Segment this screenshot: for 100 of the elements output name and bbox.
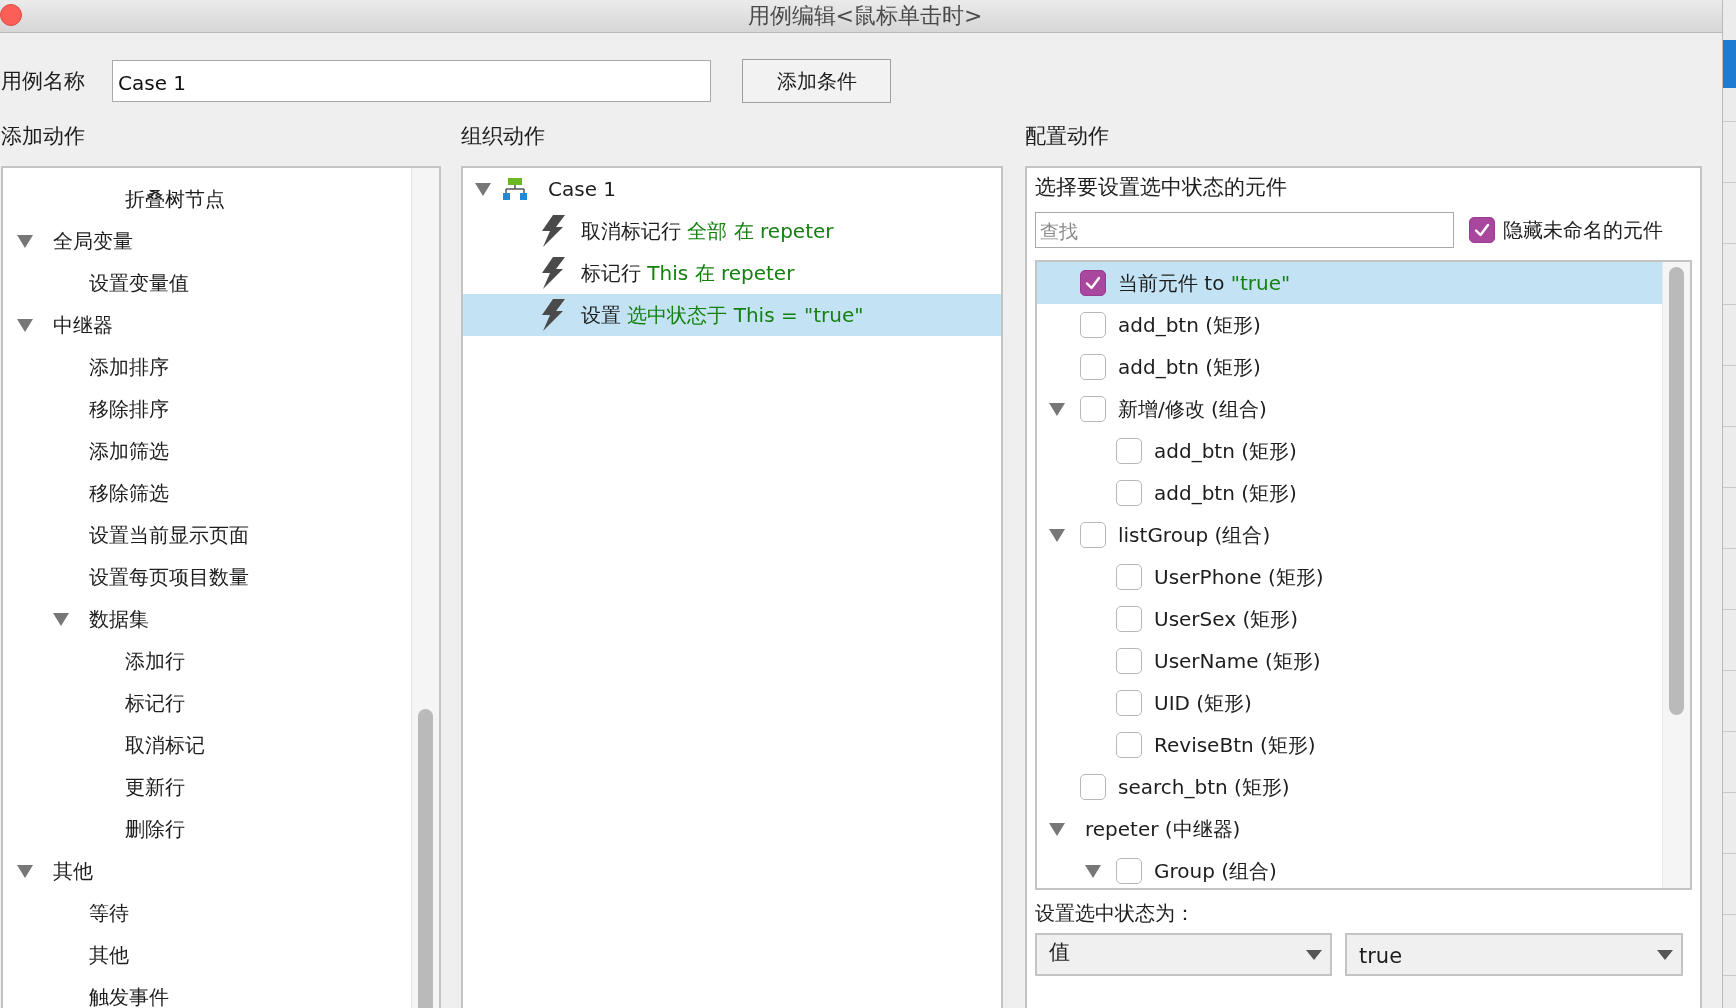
widget-row[interactable]: UserPhone (矩形) <box>1037 556 1663 598</box>
tree-item[interactable]: 折叠树节点 <box>125 185 225 213</box>
widget-label: 新增/修改 (组合) <box>1118 395 1267 423</box>
action-row[interactable]: 取消标记行 全部 在 repeter <box>463 210 1001 252</box>
expand-arrow-icon[interactable] <box>1048 527 1066 543</box>
widget-label: add_btn (矩形) <box>1154 479 1297 507</box>
lightning-icon <box>539 257 565 289</box>
widget-row[interactable]: ReviseBtn (矩形) <box>1037 724 1663 766</box>
expand-arrow-icon[interactable] <box>1048 401 1066 417</box>
tree-item[interactable]: 添加筛选 <box>89 437 169 465</box>
widget-label: add_btn (矩形) <box>1118 311 1261 339</box>
widget-row[interactable]: listGroup (组合) <box>1037 514 1663 556</box>
widget-label: add_btn (矩形) <box>1154 437 1297 465</box>
dropdown[interactable]: 值 <box>1035 933 1332 976</box>
action-text: 标记行 This 在 repeter <box>581 259 795 287</box>
widget-row[interactable]: 新增/修改 (组合) <box>1037 388 1663 430</box>
search-field[interactable]: 查找 <box>1035 212 1454 248</box>
case-icon <box>503 178 527 200</box>
tree-group-label[interactable]: 数据集 <box>89 605 149 633</box>
checkbox[interactable] <box>1469 217 1495 243</box>
widget-row[interactable]: add_btn (矩形) <box>1037 430 1663 472</box>
lightning-icon <box>539 299 565 331</box>
add-condition-button[interactable]: 添加条件 <box>742 59 891 103</box>
tree-item[interactable]: 添加排序 <box>89 353 169 381</box>
checkbox[interactable] <box>1116 732 1142 758</box>
widget-label: search_btn (矩形) <box>1118 773 1290 801</box>
widget-row[interactable]: add_btn (矩形) <box>1037 472 1663 514</box>
checkbox[interactable] <box>1116 564 1142 590</box>
case-name-field[interactable]: Case 1 <box>112 60 711 102</box>
widget-row[interactable]: 当前元件 to "true" <box>1037 262 1663 304</box>
widget-row[interactable]: UID (矩形) <box>1037 682 1663 724</box>
tree-item[interactable]: 添加行 <box>125 647 185 675</box>
checkbox[interactable] <box>1080 396 1106 422</box>
caret-icon <box>1657 949 1673 960</box>
tree-group-label[interactable]: 其他 <box>53 857 93 885</box>
expand-arrow-icon[interactable] <box>1048 821 1066 837</box>
widget-row[interactable]: Group (组合) <box>1037 850 1663 888</box>
action-row[interactable]: Case 1 <box>463 168 1001 210</box>
section-heading: 配置动作 <box>1025 122 1109 150</box>
action-row[interactable]: 设置 选中状态于 This = "true" <box>463 294 1001 336</box>
tree-group-label[interactable]: 中继器 <box>53 311 113 339</box>
tree-item[interactable]: 取消标记 <box>125 731 205 759</box>
expand-arrow-icon[interactable] <box>1084 863 1102 879</box>
tree-item[interactable]: 其他 <box>89 941 129 969</box>
checkbox[interactable] <box>1080 774 1106 800</box>
tree-item[interactable]: 更新行 <box>125 773 185 801</box>
action-row[interactable]: 标记行 This 在 repeter <box>463 252 1001 294</box>
widget-label: UserPhone (矩形) <box>1154 563 1324 591</box>
checkbox[interactable] <box>1116 606 1142 632</box>
widget-row[interactable]: repeter (中继器) <box>1037 808 1663 850</box>
widget-row[interactable]: search_btn (矩形) <box>1037 766 1663 808</box>
tree-item[interactable]: 移除排序 <box>89 395 169 423</box>
checkbox[interactable] <box>1116 858 1142 884</box>
widget-label: Group (组合) <box>1154 857 1277 885</box>
scrollbar-thumb[interactable] <box>418 709 433 1008</box>
widget-label: listGroup (组合) <box>1118 521 1271 549</box>
tree-item[interactable]: 触发事件 <box>89 983 169 1008</box>
checkbox[interactable] <box>1080 312 1106 338</box>
checkbox[interactable] <box>1116 648 1142 674</box>
expand-arrow-icon[interactable] <box>474 181 492 197</box>
checkbox[interactable] <box>1116 438 1142 464</box>
tree-item[interactable]: 删除行 <box>125 815 185 843</box>
widget-label: UID (矩形) <box>1154 689 1252 717</box>
expand-arrow-icon[interactable] <box>16 233 34 249</box>
caret-icon <box>1306 949 1322 960</box>
widget-label: UserSex (矩形) <box>1154 605 1299 633</box>
checkbox[interactable] <box>1080 270 1106 296</box>
window-title: 用例编辑<鼠标单击时> <box>747 2 983 30</box>
widget-label: ReviseBtn (矩形) <box>1154 731 1316 759</box>
close-button[interactable] <box>0 4 22 26</box>
panel-title: 选择要设置选中状态的元件 <box>1035 174 1288 201</box>
tree-item[interactable]: 等待 <box>89 899 129 927</box>
lightning-icon <box>539 215 565 247</box>
widget-label: add_btn (矩形) <box>1118 353 1261 381</box>
case-label: Case 1 <box>548 177 617 201</box>
tree-item[interactable]: 设置当前显示页面 <box>89 521 249 549</box>
widget-row[interactable]: UserSex (矩形) <box>1037 598 1663 640</box>
widget-row[interactable]: UserName (矩形) <box>1037 640 1663 682</box>
widget-row[interactable]: add_btn (矩形) <box>1037 304 1663 346</box>
dropdown[interactable]: true <box>1345 933 1683 976</box>
tree-item[interactable]: 设置每页项目数量 <box>89 563 249 591</box>
checkbox-label: 隐藏未命名的元件 <box>1503 216 1663 244</box>
expand-arrow-icon[interactable] <box>16 317 34 333</box>
expand-arrow-icon[interactable] <box>16 863 34 879</box>
expand-arrow-icon[interactable] <box>52 611 70 627</box>
checkbox[interactable] <box>1080 354 1106 380</box>
action-text: 取消标记行 全部 在 repeter <box>581 217 834 245</box>
tree-group-label[interactable]: 全局变量 <box>53 227 133 255</box>
checkbox[interactable] <box>1080 522 1106 548</box>
scrollbar-thumb[interactable] <box>1669 267 1684 715</box>
action-text: 设置 选中状态于 This = "true" <box>581 301 864 329</box>
checkbox[interactable] <box>1116 480 1142 506</box>
widget-label: UserName (矩形) <box>1154 647 1321 675</box>
widget-label: 当前元件 to "true" <box>1118 269 1291 297</box>
checkbox[interactable] <box>1116 690 1142 716</box>
tree-item[interactable]: 移除筛选 <box>89 479 169 507</box>
widget-row[interactable]: add_btn (矩形) <box>1037 346 1663 388</box>
state-label: 设置选中状态为： <box>1035 900 1196 927</box>
tree-item[interactable]: 标记行 <box>125 689 185 717</box>
tree-item[interactable]: 设置变量值 <box>89 269 189 297</box>
